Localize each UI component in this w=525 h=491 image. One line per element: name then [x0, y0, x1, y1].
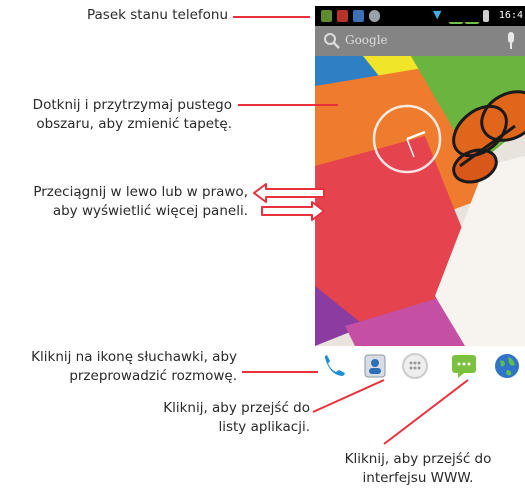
web-pointer [383, 379, 469, 445]
annotation-pointers [233, 16, 469, 445]
swipe-left-arrow [253, 183, 325, 203]
apps-pointer [312, 379, 385, 413]
swipe-right-arrow [261, 201, 325, 221]
